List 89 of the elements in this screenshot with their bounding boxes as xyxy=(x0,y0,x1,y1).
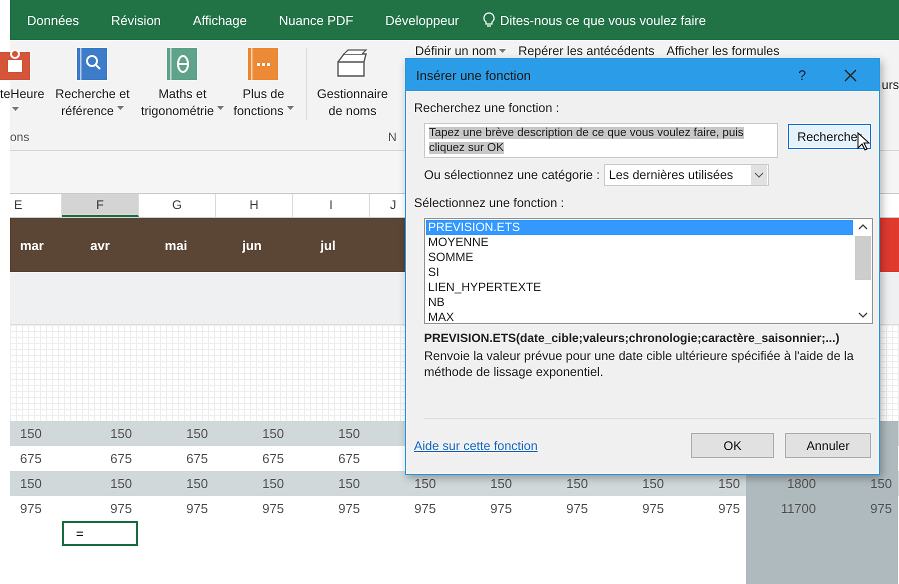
help-link[interactable]: Aide sur cette fonction xyxy=(414,438,691,452)
table-cell: 150 xyxy=(186,426,208,441)
search-book-icon xyxy=(77,48,108,80)
dialog-button[interactable]: OK xyxy=(691,433,774,458)
table-cell: 150 xyxy=(338,426,360,441)
theta-book-icon xyxy=(167,48,198,80)
month-header: mar xyxy=(19,238,45,252)
ribbon-tab[interactable]: Développeur xyxy=(385,12,460,28)
function-description: Renvoie la valeur prévue pour une date cible ultérieure spécifiée à l'aide de la méthode de lissage exponentiel. xyxy=(424,348,855,380)
table-cell: 975 xyxy=(338,501,360,516)
table-cell: 11700 xyxy=(780,501,816,516)
column-header[interactable]: F xyxy=(62,194,139,217)
table-cell: 975 xyxy=(262,501,284,516)
ribbon-button[interactable]: urs xyxy=(882,78,899,92)
dialog-button[interactable]: Annuler xyxy=(785,433,871,458)
ribbon-button[interactable]: Définir un nom xyxy=(415,44,506,58)
table-cell: 150 xyxy=(262,426,284,441)
ribbon-button[interactable]: Repérer les antécédents xyxy=(518,44,654,58)
group-label: ons xyxy=(10,130,30,144)
ribbon-button[interactable]: teHeure xyxy=(0,48,44,112)
table-cell: 1800 xyxy=(787,476,816,491)
table-cell: 675 xyxy=(20,451,42,466)
column-header[interactable]: H xyxy=(216,194,293,217)
ribbon-button[interactable]: Plus de fonctions xyxy=(230,48,296,120)
month-header: mai xyxy=(164,238,188,252)
month-header: avr xyxy=(89,238,111,252)
table-cell: 975 xyxy=(20,501,42,516)
table-cell: 975 xyxy=(110,501,132,516)
function-item[interactable]: NB xyxy=(426,295,853,310)
ribbon-tab[interactable]: Révision xyxy=(111,12,161,28)
table-cell: 150 xyxy=(262,476,284,491)
table-cell: 150 xyxy=(870,476,892,491)
column-header[interactable]: G xyxy=(139,194,216,217)
table-cell: 975 xyxy=(490,501,512,516)
search-label: Recherchez une fonction : xyxy=(414,101,560,115)
table-cell: 975 xyxy=(186,501,208,516)
close-icon[interactable] xyxy=(844,68,857,82)
search-field[interactable]: Tapez une brève description de ce que vous voulez faire, puis cliquez sur OK xyxy=(424,123,778,158)
scroll-down-icon[interactable] xyxy=(858,311,868,319)
table-cell: 150 xyxy=(642,476,664,491)
dots-book-icon xyxy=(248,48,278,80)
table-cell: 675 xyxy=(338,451,360,466)
table-cell: 150 xyxy=(566,476,588,491)
ribbon-button[interactable]: Afficher les formules xyxy=(666,44,780,58)
help-button[interactable]: ? xyxy=(798,67,806,83)
scroll-up-icon[interactable] xyxy=(858,223,868,231)
ribbon-tab[interactable]: Données xyxy=(27,12,80,28)
function-item[interactable]: SI xyxy=(426,265,853,280)
column-header[interactable]: I xyxy=(293,194,370,217)
table-cell: 150 xyxy=(718,476,740,491)
ribbon-tab[interactable]: Affichage xyxy=(192,12,247,28)
function-signature: PREVISION.ETS(date_cible;valeurs;chronologie;caractère_saisonnier;...) xyxy=(424,331,840,345)
column-header[interactable]: J xyxy=(370,194,402,217)
ribbon-tab[interactable]: Nuance PDF xyxy=(278,12,354,28)
dialog-title: Insérer une fonction xyxy=(416,68,532,82)
table-cell: 975 xyxy=(414,501,436,516)
table-cell: 150 xyxy=(20,476,42,491)
table-cell: 150 xyxy=(414,476,436,491)
ribbon-button[interactable]: Maths et trigonométrie xyxy=(134,48,230,120)
table-cell: 975 xyxy=(718,501,740,516)
table-cell: 150 xyxy=(338,476,360,491)
function-item[interactable]: MOYENNE xyxy=(426,235,853,250)
table-cell: 150 xyxy=(110,476,132,491)
month-header: jun xyxy=(241,238,263,252)
table-cell: 675 xyxy=(186,451,208,466)
table-cell: 150 xyxy=(20,426,42,441)
category-label: Ou sélectionnez une catégorie : xyxy=(424,168,600,182)
function-item[interactable]: LIEN_HYPERTEXTE xyxy=(426,280,853,295)
function-item[interactable]: SOMME xyxy=(426,250,853,265)
header-cell xyxy=(879,218,899,272)
chevron-down-icon xyxy=(750,165,767,185)
month-header: jul xyxy=(319,238,337,252)
lightbulb-icon xyxy=(483,12,496,28)
function-item[interactable]: MAX xyxy=(426,310,853,325)
function-list-label: Sélectionnez une fonction : xyxy=(414,196,566,210)
table-cell: 975 xyxy=(642,501,664,516)
table-cell: 675 xyxy=(110,451,132,466)
table-cell: 150 xyxy=(110,426,132,441)
category-dropdown[interactable]: Les dernières utilisées xyxy=(604,164,769,186)
table-cell: 150 xyxy=(490,476,512,491)
table-cell: 975 xyxy=(870,501,892,516)
table-cell: 975 xyxy=(566,501,588,516)
ribbon-button[interactable]: Gestionnaire de noms xyxy=(306,48,394,120)
tell-me-field[interactable]: Dites-nous ce que vous voulez faire xyxy=(500,12,706,28)
table-cell: 150 xyxy=(186,476,208,491)
group-label: N xyxy=(388,130,397,144)
active-cell[interactable]: = xyxy=(62,521,138,546)
ribbon-button[interactable]: Recherche et référence xyxy=(50,48,134,120)
table-cell: 675 xyxy=(262,451,284,466)
